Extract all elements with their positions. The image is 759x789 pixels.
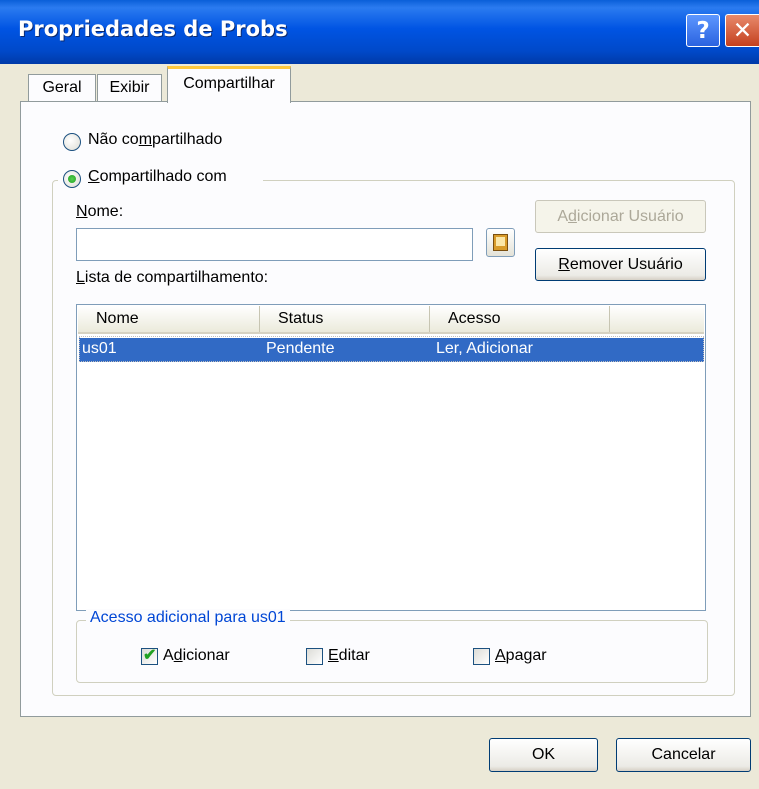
name-input[interactable]: [76, 228, 473, 261]
tab-label: Geral: [42, 79, 82, 96]
close-button[interactable]: ✕: [725, 14, 759, 47]
row-focus-rect: [79, 336, 704, 362]
add-checkbox[interactable]: ✔: [141, 647, 158, 665]
check-icon: ✔: [143, 647, 157, 664]
add-user-button[interactable]: Ad icionar Usuário: [535, 200, 706, 233]
remove-user-button[interactable]: Remover Usuário: [535, 248, 706, 281]
additional-access-title: Acesso adicional para us01: [86, 609, 290, 627]
close-icon: ✕: [732, 17, 753, 44]
share-list-label: Lista de compartilhamento:: [76, 269, 269, 286]
not-shared-radio[interactable]: [63, 133, 81, 151]
shared-with-radio[interactable]: [63, 170, 81, 188]
shared-with-label[interactable]: Compartilhado com: [88, 168, 227, 186]
address-book-icon[interactable]: [486, 228, 515, 257]
ok-button[interactable]: OK: [489, 738, 598, 772]
edit-checkbox[interactable]: [306, 648, 323, 665]
not-shared-label[interactable]: Não compartilhado: [88, 131, 222, 149]
tab-label: Exibir: [109, 79, 150, 96]
window-title: Propriedades de Probs: [18, 17, 288, 41]
add-checkbox-label[interactable]: Adicionar: [163, 647, 230, 665]
help-icon: ?: [696, 17, 710, 44]
cancel-button[interactable]: Cancelar: [616, 738, 751, 772]
column-header-nome[interactable]: Nome: [78, 306, 260, 332]
column-header-acesso[interactable]: Acesso: [430, 306, 610, 332]
delete-checkbox[interactable]: [473, 648, 490, 665]
list-header: Nome Status Acesso: [78, 306, 704, 334]
tab-label: Compartilhar: [183, 75, 275, 92]
help-button[interactable]: ?: [686, 14, 720, 47]
edit-checkbox-label[interactable]: Editar: [328, 647, 370, 665]
tab-geral[interactable]: Geral: [28, 74, 96, 102]
column-header-status[interactable]: Status: [260, 306, 430, 332]
tab-exibir[interactable]: Exibir: [97, 74, 162, 102]
tab-compartilhar[interactable]: Compartilhar: [167, 66, 291, 103]
delete-checkbox-label[interactable]: Apagar: [495, 647, 547, 665]
name-label: Nome:: [76, 203, 124, 220]
title-bar: Propriedades de Probs ? ✕: [0, 0, 759, 64]
